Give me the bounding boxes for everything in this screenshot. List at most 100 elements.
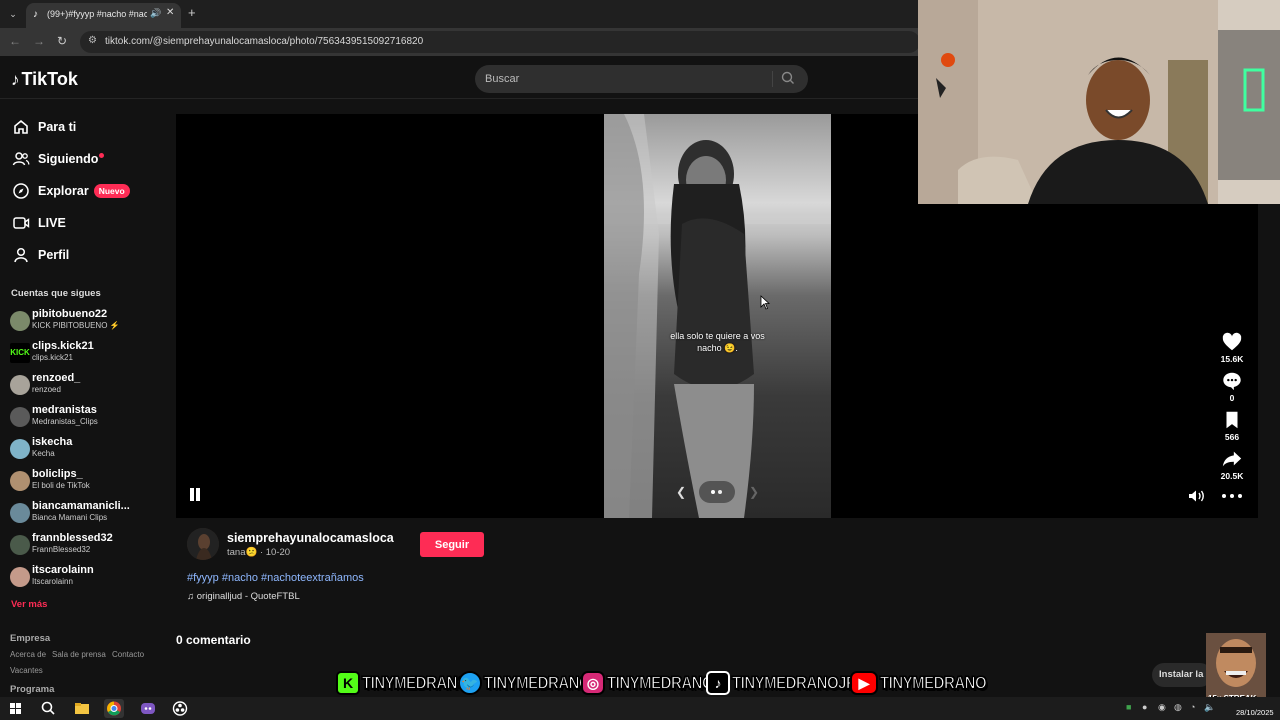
followed-account[interactable]: pibitobueno22 KICK PIBITOBUENO ⚡ xyxy=(10,308,170,334)
url-text: tiktok.com/@siemprehayunalocamasloca/pho… xyxy=(105,36,424,47)
footer-link[interactable]: Acerca de xyxy=(10,650,46,659)
compass-icon xyxy=(13,183,29,199)
sidebar-item-label: Para ti xyxy=(38,120,77,134)
tray-app-icon[interactable]: ◍ xyxy=(1174,702,1182,713)
sidebar-item-label: LIVE xyxy=(38,216,66,230)
following-section-title: Cuentas que sigues xyxy=(11,288,101,299)
account-name: renzoed_ xyxy=(32,372,81,384)
address-bar[interactable]: ⚙ tiktok.com/@siemprehayunalocamasloca/p… xyxy=(80,31,920,53)
footer-company-heading[interactable]: Empresa xyxy=(10,633,50,644)
social-kick: K TINYMEDRANO xyxy=(336,668,469,698)
post-hashtags[interactable]: #fyyyp #nacho #nachoteextrañamos xyxy=(187,572,364,584)
new-tab-button[interactable]: + xyxy=(188,5,196,20)
post-photo[interactable]: ella solo te quiere a vos nacho 😉. xyxy=(604,114,831,518)
pagination-dot[interactable] xyxy=(718,490,722,494)
author-avatar[interactable] xyxy=(187,528,219,560)
like-count: 15.6K xyxy=(1220,354,1244,364)
tray-network-icon[interactable]: ◔ xyxy=(1190,702,1195,712)
followed-account[interactable]: renzoed_ renzoed xyxy=(10,372,170,398)
search-input[interactable] xyxy=(485,70,765,88)
search-box xyxy=(475,65,808,93)
tiktok-logo[interactable]: ♪ TikTok xyxy=(11,69,78,90)
sidebar: Para ti Siguiendo Explorar Nuevo LIVE Pe… xyxy=(0,100,170,710)
mouse-cursor-icon xyxy=(760,295,770,310)
see-more-link[interactable]: Ver más xyxy=(11,599,47,610)
followed-account[interactable]: itscarolainn Itscarolainn xyxy=(10,564,170,590)
sidebar-item-para-ti[interactable]: Para ti xyxy=(12,115,76,139)
search-taskbar-icon[interactable] xyxy=(38,699,58,718)
chevron-left-icon: ❮ xyxy=(675,485,687,499)
followed-account[interactable]: iskecha Kecha xyxy=(10,436,170,462)
tab-audio-icon[interactable]: 🔊 xyxy=(150,8,161,19)
chrome-icon[interactable] xyxy=(104,699,124,718)
more-options-button[interactable] xyxy=(1222,494,1242,500)
social-tiktok: ♪ TINYMEDRANOJR xyxy=(706,668,857,698)
photo-caption: ella solo te quiere a vos nacho 😉. xyxy=(604,330,831,354)
footer-link[interactable]: Vacantes xyxy=(10,666,43,675)
reload-icon[interactable]: ↻ xyxy=(57,34,67,48)
windows-start-icon[interactable] xyxy=(6,699,26,718)
pause-button[interactable] xyxy=(188,488,202,502)
followed-account[interactable]: KICK clips.kick21 clips.kick21 xyxy=(10,340,170,366)
sidebar-item-explorar[interactable]: Explorar Nuevo xyxy=(12,179,130,203)
tray-nvidia-icon[interactable]: ■ xyxy=(1126,702,1131,712)
bookmark-icon xyxy=(1226,411,1238,429)
followed-account[interactable]: medranistas Medranistas_Clips xyxy=(10,404,170,430)
tab-title: (99+)#fyyyp #nacho #nache xyxy=(47,9,147,19)
more-dot xyxy=(1238,494,1242,498)
tray-volume-icon[interactable]: 🔈 xyxy=(1204,702,1215,713)
avatar xyxy=(10,311,30,331)
sidebar-item-siguiendo[interactable]: Siguiendo xyxy=(12,147,105,171)
comment-count: 0 xyxy=(1229,393,1235,403)
more-dot xyxy=(1222,494,1226,498)
notification-dot xyxy=(99,152,105,158)
social-handle: TINYMEDRANO xyxy=(879,673,987,694)
instagram-icon: ◎ xyxy=(581,671,605,695)
comment-button[interactable]: 0 xyxy=(1216,370,1248,403)
tray-discord-icon[interactable]: ● xyxy=(1142,702,1147,712)
obs-icon[interactable] xyxy=(170,699,190,718)
follow-button[interactable]: Seguir xyxy=(420,532,484,557)
social-twitter: 🐦 TINYMEDRANO xyxy=(458,668,591,698)
search-icon[interactable] xyxy=(780,70,796,86)
footer-link[interactable]: Sala de prensa xyxy=(52,650,106,659)
site-info-icon[interactable]: ⚙ xyxy=(88,35,97,46)
social-handle: TINYMEDRANO xyxy=(483,673,591,694)
author-username[interactable]: siemprehayunalocamasloca xyxy=(227,531,394,545)
beach-photo-image xyxy=(604,114,831,518)
pause-bar xyxy=(196,488,200,501)
footer-link[interactable]: Contacto xyxy=(112,650,144,659)
previous-photo-button[interactable]: ❮ xyxy=(669,481,693,503)
pagination-dot[interactable] xyxy=(711,490,715,494)
tray-steam-icon[interactable]: ◉ xyxy=(1158,702,1166,713)
browser-tab[interactable]: ♪ (99+)#fyyyp #nacho #nache 🔊 ✕ xyxy=(26,3,181,28)
sidebar-item-live[interactable]: LIVE xyxy=(12,211,66,235)
tab-search-button[interactable]: ⌄ xyxy=(4,5,22,23)
avatar xyxy=(10,375,30,395)
tiktok-icon: ♪ xyxy=(706,671,730,695)
volume-icon[interactable] xyxy=(1188,489,1206,503)
tab-close-icon[interactable]: ✕ xyxy=(166,7,174,18)
footer-program-heading[interactable]: Programa xyxy=(10,684,54,695)
back-icon[interactable]: ← xyxy=(9,34,21,48)
avatar xyxy=(10,567,30,587)
share-button[interactable]: 20.5K xyxy=(1216,448,1248,481)
forward-icon[interactable]: → xyxy=(33,34,45,48)
share-icon xyxy=(1222,451,1242,467)
account-subtitle: renzoed xyxy=(32,385,61,394)
account-subtitle: El boli de TikTok xyxy=(32,481,90,490)
post-sound-link[interactable]: ♫ originalljud - QuoteFTBL xyxy=(187,591,300,602)
next-photo-button[interactable]: ❯ xyxy=(742,481,766,503)
followed-account[interactable]: frannblessed32 FrannBlessed32 xyxy=(10,532,170,558)
file-explorer-icon[interactable] xyxy=(72,699,92,718)
discord-app-icon[interactable] xyxy=(138,699,158,718)
account-subtitle: Bianca Mamani Clips xyxy=(32,513,108,522)
followed-account[interactable]: boliclips_ El boli de TikTok xyxy=(10,468,170,494)
like-button[interactable]: 15.6K xyxy=(1216,331,1248,364)
search-divider xyxy=(772,71,773,87)
followed-account[interactable]: biancamamanicli... Bianca Mamani Clips xyxy=(10,500,170,526)
tray-date: 28/10/2025 xyxy=(1236,708,1274,717)
sidebar-item-perfil[interactable]: Perfil xyxy=(12,243,69,267)
install-app-button[interactable]: Instalar la xyxy=(1152,663,1212,687)
save-button[interactable]: 566 xyxy=(1216,409,1248,442)
